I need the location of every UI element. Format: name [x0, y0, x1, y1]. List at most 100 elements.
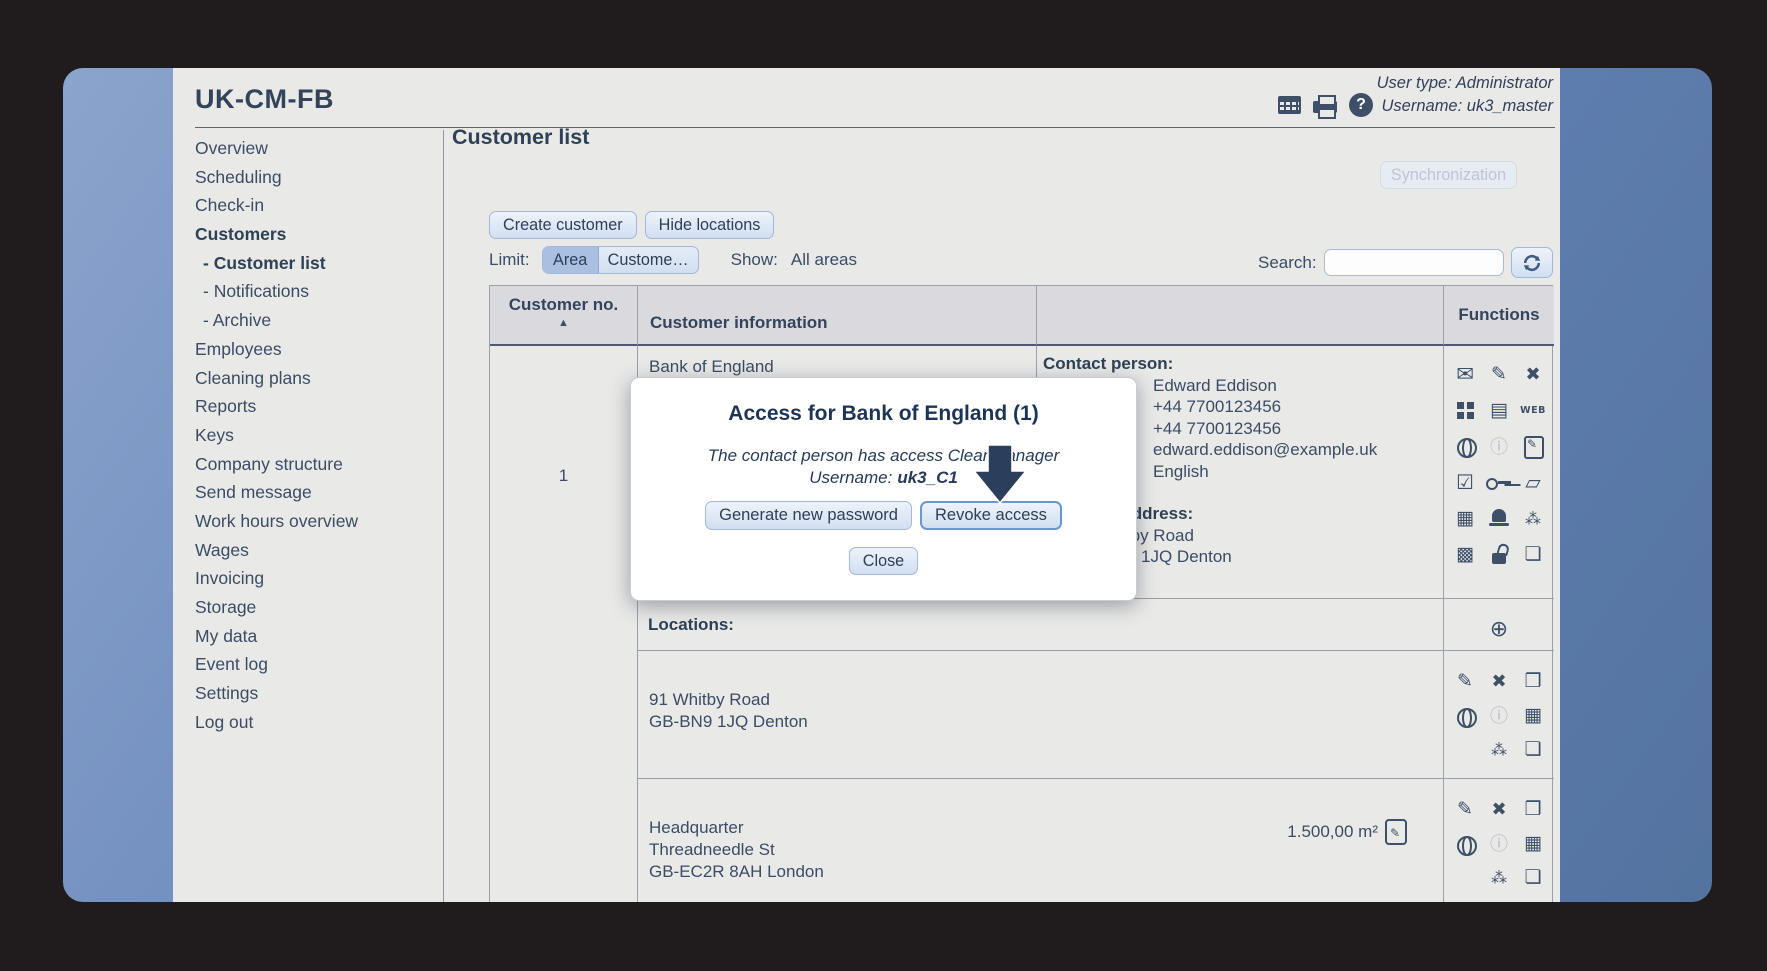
add-location-icon[interactable]	[1482, 612, 1516, 646]
globe-icon[interactable]	[1448, 698, 1482, 732]
locations-label-cell: Locations:	[638, 599, 1444, 651]
calculator-icon[interactable]	[1516, 826, 1550, 860]
location-area-value: 1.500,00 m²	[1287, 821, 1378, 843]
search-group: Search:	[1258, 247, 1553, 278]
column-header-customer-information: Customer information	[638, 286, 1037, 346]
documents-icon[interactable]	[1516, 860, 1550, 894]
device-screen: UK-CM-FB ? User type: Administrator User…	[63, 68, 1712, 902]
documents-icon[interactable]	[1516, 536, 1550, 572]
refresh-icon	[1521, 252, 1543, 274]
delete-icon[interactable]	[1516, 356, 1550, 392]
search-label: Search:	[1258, 253, 1317, 273]
unlock-icon[interactable]	[1482, 536, 1516, 572]
add-location-cell	[1444, 599, 1554, 651]
close-button[interactable]: Close	[849, 547, 918, 575]
sidebar-item-employees[interactable]: Employees	[195, 335, 435, 364]
revoke-access-button[interactable]: Revoke access	[920, 501, 1062, 530]
show-label: Show:	[731, 250, 778, 270]
info-icon	[1482, 428, 1516, 464]
dialog-title: Access for Bank of England (1)	[649, 402, 1118, 426]
map-icon[interactable]	[1516, 464, 1550, 500]
globe-icon[interactable]	[1448, 428, 1482, 464]
modules-icon[interactable]	[1448, 392, 1482, 428]
spacer	[1448, 860, 1482, 894]
help-icon[interactable]: ?	[1349, 93, 1373, 117]
sidebar-item-check-in[interactable]: Check-in	[195, 191, 435, 220]
contact-language: English	[1153, 461, 1443, 483]
contact-details: Edward Eddison +44 7700123456 +44 770012…	[1153, 375, 1443, 483]
print-icon[interactable]	[1313, 101, 1337, 113]
calculator-icon[interactable]	[1516, 698, 1550, 732]
globe-icon[interactable]	[1448, 826, 1482, 860]
employees-icon[interactable]	[1482, 732, 1516, 766]
catalog-icon[interactable]	[1482, 392, 1516, 428]
employees-icon[interactable]	[1482, 860, 1516, 894]
contact-phone-1: +44 7700123456	[1153, 396, 1443, 418]
sidebar-item-company-structure[interactable]: Company structure	[195, 450, 435, 479]
dialog-username-value: uk3_C1	[897, 468, 957, 487]
sidebar-item-archive[interactable]: - Archive	[195, 306, 435, 335]
limit-option-area[interactable]: Area	[543, 247, 599, 273]
sidebar-menu: Overview Scheduling Check-in Customers -…	[195, 134, 435, 736]
bell-icon[interactable]	[1482, 500, 1516, 536]
box-icon[interactable]	[1516, 664, 1550, 698]
sidebar-item-keys[interactable]: Keys	[195, 421, 435, 450]
tasks-icon[interactable]	[1448, 464, 1482, 500]
mail-icon[interactable]	[1448, 356, 1482, 392]
contact-person-label: Contact person:	[1043, 353, 1443, 375]
header-toolbar: ?	[1278, 92, 1373, 118]
sidebar-item-log-out[interactable]: Log out	[195, 708, 435, 737]
sidebar-item-my-data[interactable]: My data	[195, 622, 435, 651]
sidebar-item-work-hours-overview[interactable]: Work hours overview	[195, 507, 435, 536]
generate-new-password-button[interactable]: Generate new password	[705, 501, 912, 530]
calculator-icon[interactable]	[1448, 500, 1482, 536]
create-customer-button[interactable]: Create customer	[489, 211, 637, 239]
edit-icon[interactable]	[1448, 664, 1482, 698]
sidebar-item-storage[interactable]: Storage	[195, 593, 435, 622]
sidebar-item-settings[interactable]: Settings	[195, 679, 435, 708]
customer-functions-cell	[1444, 346, 1554, 599]
contact-phone-2: +44 7700123456	[1153, 418, 1443, 440]
hide-locations-button[interactable]: Hide locations	[645, 211, 775, 239]
search-input[interactable]	[1324, 249, 1504, 276]
table-view-icon[interactable]	[1278, 96, 1301, 114]
edit-icon[interactable]	[1482, 356, 1516, 392]
sidebar-divider	[443, 130, 444, 902]
box-icon[interactable]	[1516, 792, 1550, 826]
sidebar-item-overview[interactable]: Overview	[195, 134, 435, 163]
documents-icon[interactable]	[1516, 732, 1550, 766]
dialog-username-label: Username:	[809, 468, 892, 487]
limit-option-customer[interactable]: Custome…	[599, 247, 698, 273]
synchronization-button[interactable]: Synchronization	[1380, 161, 1517, 189]
delete-icon[interactable]	[1482, 664, 1516, 698]
column-header-customer-no[interactable]: Customer no. ▲	[490, 286, 638, 346]
location-functions-cell	[1444, 651, 1554, 779]
edit-icon[interactable]	[1448, 792, 1482, 826]
app-page: UK-CM-FB ? User type: Administrator User…	[173, 68, 1560, 902]
sidebar-item-customer-list[interactable]: - Customer list	[195, 249, 435, 278]
refresh-button[interactable]	[1511, 247, 1553, 278]
dialog-body: The contact person has access CleanManag…	[649, 445, 1118, 488]
sidebar-item-customers[interactable]: Customers	[195, 220, 435, 249]
edit-area-note-icon[interactable]	[1385, 819, 1407, 845]
sidebar-item-invoicing[interactable]: Invoicing	[195, 564, 435, 593]
sidebar-item-wages[interactable]: Wages	[195, 536, 435, 565]
edit-note-icon[interactable]	[1516, 428, 1550, 464]
delete-icon[interactable]	[1482, 792, 1516, 826]
sidebar-item-cleaning-plans[interactable]: Cleaning plans	[195, 364, 435, 393]
web-icon[interactable]	[1516, 392, 1550, 428]
show-value: All areas	[791, 250, 857, 270]
qr-code-icon[interactable]	[1448, 536, 1482, 572]
employees-icon[interactable]	[1516, 500, 1550, 536]
sidebar-item-notifications[interactable]: - Notifications	[195, 277, 435, 306]
sidebar-item-send-message[interactable]: Send message	[195, 478, 435, 507]
sort-ascending-icon: ▲	[558, 317, 569, 329]
contact-email: edward.eddison@example.uk	[1153, 439, 1443, 461]
sidebar-item-reports[interactable]: Reports	[195, 392, 435, 421]
contact-name: Edward Eddison	[1153, 375, 1443, 397]
key-icon[interactable]	[1482, 464, 1516, 500]
sidebar-item-event-log[interactable]: Event log	[195, 650, 435, 679]
sidebar-item-scheduling[interactable]: Scheduling	[195, 163, 435, 192]
customer-number-cell: 1	[490, 346, 638, 902]
column-header-functions: Functions	[1444, 286, 1554, 346]
